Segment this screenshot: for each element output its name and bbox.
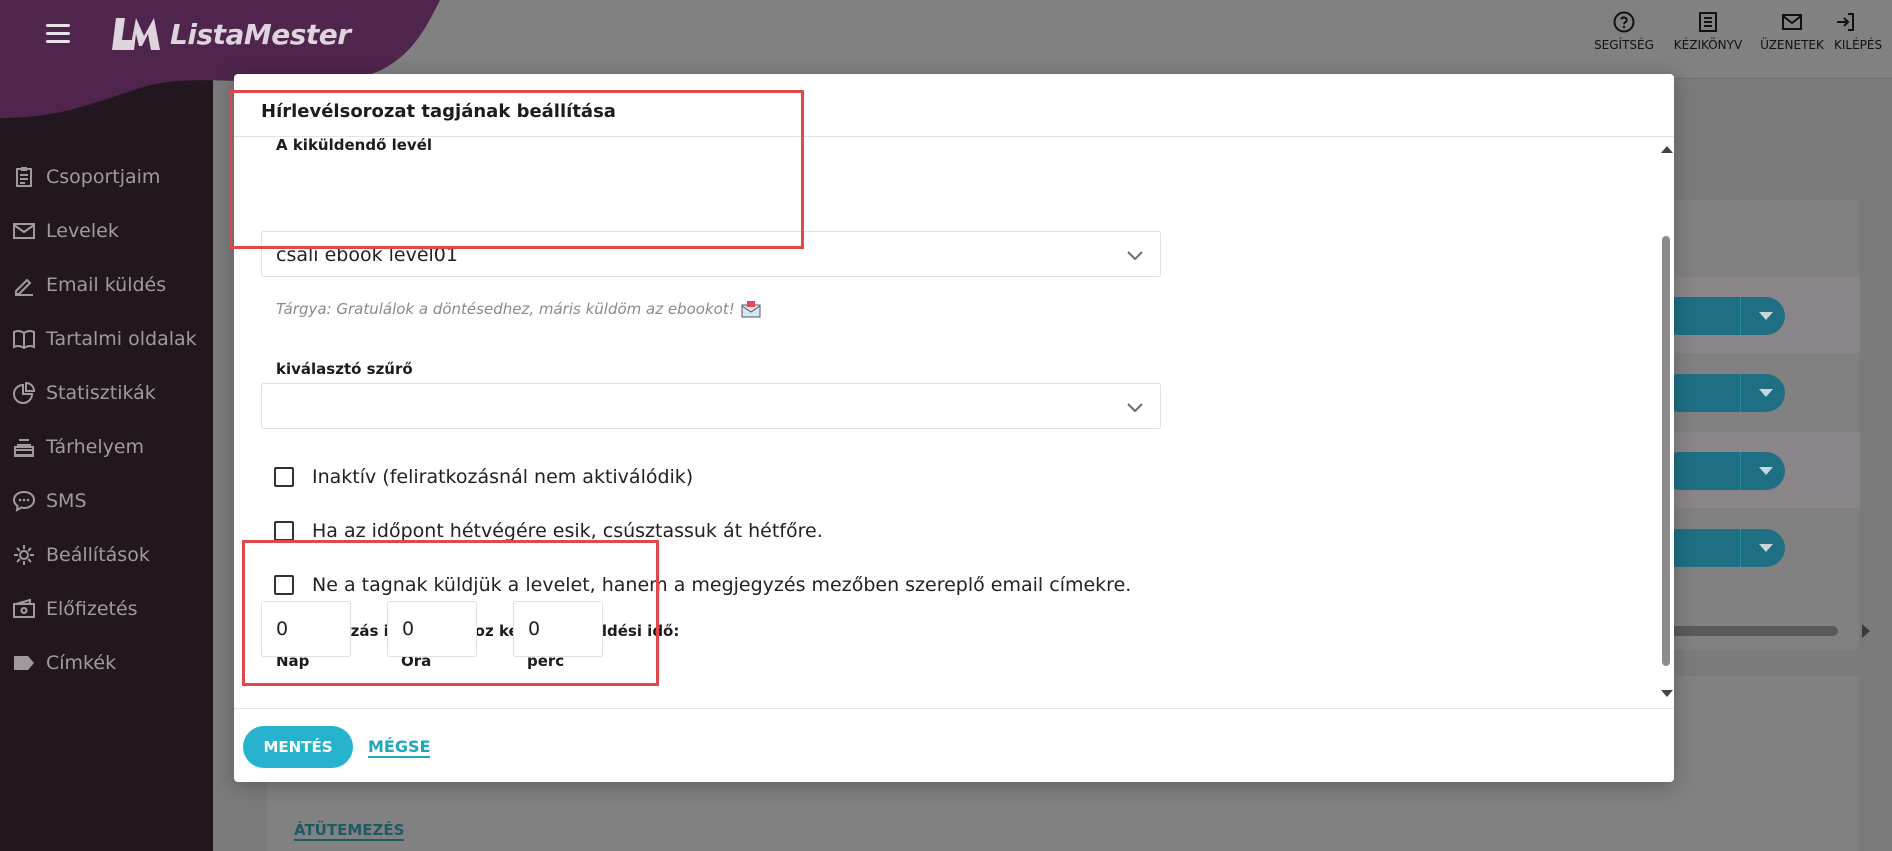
inactive-checkbox-row[interactable]: Inaktív (feliratkozásnál nem aktiválódik… — [274, 466, 693, 488]
sidebar-item-label: Email küldés — [46, 274, 167, 296]
gear-icon — [14, 545, 34, 565]
sidebar-item-label: Levelek — [46, 220, 119, 242]
scroll-down-icon[interactable] — [1661, 690, 1673, 697]
letter-subject-text: Tárgya: Gratulálok a döntésedhez, máris … — [276, 300, 735, 318]
sidebar-item-email-kuldes[interactable]: Email küldés — [0, 258, 213, 312]
pie-chart-icon — [13, 381, 36, 404]
storage-icon — [14, 439, 34, 457]
filter-field-label: kiválasztó szűrő — [276, 360, 413, 378]
sidebar-item-label: Beállítások — [46, 544, 150, 566]
menu-toggle-button[interactable] — [46, 20, 74, 46]
filter-select[interactable] — [261, 383, 1161, 429]
scroll-up-icon[interactable] — [1661, 146, 1673, 153]
background-action-button — [1660, 529, 1785, 567]
sidebar-item-sms[interactable]: SMS — [0, 474, 213, 528]
manual-label: KÉZIKÖNYV — [1673, 38, 1743, 52]
help-action[interactable]: SEGÍTSÉG — [1582, 10, 1666, 52]
weekend-shift-checkbox-row[interactable]: Ha az időpont hétvégére esik, csúsztassu… — [274, 520, 823, 542]
logo-icon — [112, 18, 160, 50]
envelope-emoji-icon — [741, 301, 761, 318]
background-action-button — [1660, 452, 1785, 490]
highlight-box-timing — [242, 540, 659, 686]
sidebar-item-label: SMS — [46, 490, 87, 512]
sidebar-item-elofizetes[interactable]: Előfizetés — [0, 582, 213, 636]
sidebar-item-label: Tárhelyem — [46, 436, 145, 458]
member-settings-dialog: Hírlevélsorozat tagjának beállítása A ki… — [229, 74, 1674, 782]
sidebar-item-tartalmi-oldalak[interactable]: Tartalmi oldalak — [0, 312, 213, 366]
chevron-down-icon — [1127, 403, 1143, 413]
sidebar-item-csoportjaim[interactable]: Csoportjaim — [0, 150, 213, 204]
logout-icon — [1837, 13, 1854, 31]
background-action-button — [1660, 297, 1785, 335]
reschedule-link: ÁTÜTEMEZÉS — [294, 821, 405, 841]
sidebar-item-tarhelyem[interactable]: Tárhelyem — [0, 420, 213, 474]
brand-name: ListaMester — [170, 17, 351, 51]
chevron-down-icon — [1127, 251, 1143, 261]
messages-icon — [1782, 14, 1802, 30]
tag-icon — [14, 656, 34, 670]
sidebar-item-levelek[interactable]: Levelek — [0, 204, 213, 258]
highlight-box-letter — [229, 90, 804, 249]
background-action-button — [1660, 374, 1785, 412]
background-scroll-right-icon — [1862, 624, 1870, 638]
clipboard-icon — [16, 167, 32, 187]
dialog-footer: MENTÉS MÉGSE — [234, 708, 1674, 782]
sidebar-item-label: Címkék — [46, 652, 117, 674]
inactive-checkbox[interactable] — [274, 467, 294, 487]
letter-subject: Tárgya: Gratulálok a döntésedhez, máris … — [276, 300, 761, 318]
sidebar-item-statisztikak[interactable]: Statisztikák — [0, 366, 213, 420]
mail-icon — [13, 223, 35, 239]
pencil-icon — [15, 278, 33, 296]
top-actions: SEGÍTSÉG KÉZIKÖNYV ÜZENETEK KILÉPÉS — [1582, 10, 1892, 52]
sidebar-item-label: Előfizetés — [46, 598, 138, 620]
sidebar-nav: Csoportjaim Levelek Email küldés Tartalm… — [0, 150, 213, 690]
book-icon — [13, 329, 35, 350]
cancel-button[interactable]: MÉGSE — [368, 737, 431, 758]
weekend-shift-checkbox-label: Ha az időpont hétvégére esik, csúsztassu… — [312, 520, 823, 542]
inactive-checkbox-label: Inaktív (feliratkozásnál nem aktiválódik… — [312, 466, 694, 488]
sidebar-item-cimkek[interactable]: Címkék — [0, 636, 213, 690]
weekend-shift-checkbox[interactable] — [274, 521, 294, 541]
logout-action[interactable]: KILÉPÉS — [1834, 10, 1892, 52]
sidebar-item-label: Tartalmi oldalak — [46, 328, 197, 350]
save-button[interactable]: MENTÉS — [243, 726, 353, 768]
sidebar-item-label: Csoportjaim — [46, 166, 161, 188]
chat-icon — [12, 490, 36, 512]
wallet-icon — [13, 598, 35, 618]
background-horizontal-scrollbar — [1660, 626, 1838, 636]
logout-label: KILÉPÉS — [1834, 38, 1883, 52]
top-bar: SEGÍTSÉG KÉZIKÖNYV ÜZENETEK KILÉPÉS — [213, 0, 1892, 79]
messages-label: ÜZENETEK — [1760, 38, 1824, 52]
manual-action[interactable]: KÉZIKÖNYV — [1666, 10, 1750, 52]
messages-action[interactable]: ÜZENETEK — [1750, 10, 1834, 52]
help-icon — [1613, 11, 1635, 33]
manual-icon — [1699, 12, 1717, 32]
sidebar-item-label: Statisztikák — [46, 382, 156, 404]
scroll-thumb[interactable] — [1662, 236, 1670, 666]
sidebar-item-beallitasok[interactable]: Beállítások — [0, 528, 213, 582]
help-label: SEGÍTSÉG — [1594, 38, 1654, 52]
logo: ListaMester — [110, 14, 351, 54]
dialog-scrollbar[interactable] — [1658, 138, 1674, 708]
